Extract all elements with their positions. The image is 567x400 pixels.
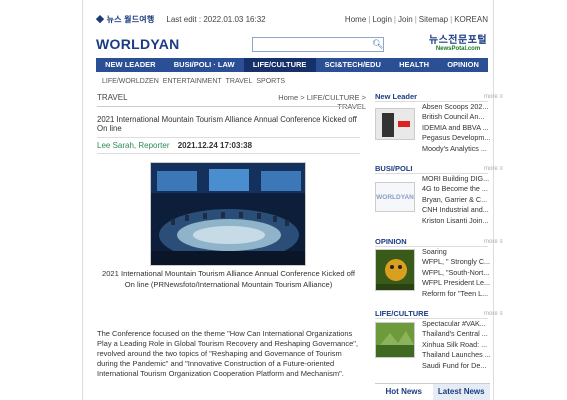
subnav-entertainment[interactable]: ENTERTAINMENT: [163, 78, 222, 85]
sidebar-thumbnail[interactable]: [375, 322, 415, 358]
page: ◆ 뉴스 월드여행 Last edit : 2022.01.03 16:32 H…: [0, 0, 567, 400]
nav-opinion[interactable]: OPINION: [438, 58, 488, 72]
list-item[interactable]: Moody's Analytics ...: [422, 144, 490, 154]
divider: [97, 106, 360, 107]
divider: [97, 137, 360, 138]
sidebar-heading-new-leader[interactable]: New Leader: [375, 92, 417, 101]
sidebar-thumbnail[interactable]: [375, 108, 415, 140]
sidebar-heading-opinion[interactable]: OPINION: [375, 237, 407, 246]
nav-new-leader[interactable]: NEW LEADER: [96, 58, 165, 72]
nav-health[interactable]: HEALTH: [390, 58, 438, 72]
list-item[interactable]: British Council An...: [422, 112, 490, 122]
list-item[interactable]: Soaring: [422, 247, 490, 257]
byline: Lee Sarah, Reporter 2021.12.24 17:03:38: [97, 141, 252, 150]
sidebar-list-opinion: Soaring WFPL, " Strongly C... WFPL, "Sou…: [422, 247, 490, 299]
divider: [97, 153, 360, 154]
link-sitemap[interactable]: Sitemap: [419, 15, 448, 24]
sidebar-heading-life-culture[interactable]: LIFE/CULTURE: [375, 309, 429, 318]
sub-nav: LIFE/WORLDZEN ENTERTAINMENT TRAVEL SPORT…: [102, 78, 285, 85]
list-item[interactable]: Xinhua Silk Road: ...: [422, 340, 490, 350]
list-item[interactable]: Thailand's Central ...: [422, 329, 490, 339]
nav-sci-tech-edu[interactable]: SCI&TECH/EDU: [316, 58, 390, 72]
sidebar-heading-busi-poli[interactable]: BUSI/POLI: [375, 164, 413, 173]
list-item[interactable]: Saudi Fund for De...: [422, 361, 490, 371]
thumbnail-logo-text: WORLDYAN: [376, 194, 414, 201]
more-link[interactable]: more ≡: [484, 166, 503, 172]
section-title: TRAVEL: [97, 93, 128, 102]
sidebar-list-new-leader: Absen Scoops 202... British Council An..…: [422, 102, 490, 154]
list-item[interactable]: Pegasus Developm...: [422, 133, 490, 143]
sidebar-thumbnail[interactable]: [375, 249, 415, 291]
sidebar-thumbnail[interactable]: WORLDYAN: [375, 182, 415, 212]
list-item[interactable]: Thailand Launches ...: [422, 350, 490, 360]
search-icon[interactable]: 🔍︎: [372, 39, 383, 49]
partner-logo-name: 뉴스전문포털: [428, 35, 488, 46]
link-korean[interactable]: KOREAN: [454, 15, 488, 24]
list-item[interactable]: Kriston Lisanti Join...: [422, 216, 490, 226]
partner-logo-url: NewsPotal.com: [435, 46, 481, 52]
list-item[interactable]: Absen Scoops 202...: [422, 102, 490, 112]
list-item[interactable]: Bryan, Garrier & C...: [422, 195, 490, 205]
list-item[interactable]: WFPL, "South-Nort...: [422, 268, 490, 278]
list-item[interactable]: MORI Building DIG...: [422, 174, 490, 184]
article-photo: [150, 162, 306, 266]
top-bar: ◆ 뉴스 월드여행 Last edit : 2022.01.03 16:32 H…: [96, 12, 488, 26]
partner-logo[interactable]: 뉴스전문포털 NewsPotal.com: [428, 31, 488, 52]
list-item[interactable]: Reform for "Teen L...: [422, 289, 490, 299]
subnav-sports[interactable]: SPORTS: [256, 78, 285, 85]
list-item[interactable]: IDEMIA and BBVA ...: [422, 123, 490, 133]
more-link[interactable]: more ≡: [484, 239, 503, 245]
article-body: The Conference focused on the theme "How…: [97, 329, 359, 378]
breadcrumb[interactable]: Home > LIFE/CULTURE > TRAVEL: [256, 93, 366, 111]
subnav-life-worldzen[interactable]: LIFE/WORLDZEN: [102, 78, 159, 85]
news-tabs: Hot News Latest News: [375, 383, 490, 400]
sidebar-list-busi-poli: MORI Building DIG... 4G to Become the ..…: [422, 174, 490, 226]
list-item[interactable]: 4G to Become the ...: [422, 184, 490, 194]
list-item[interactable]: CNH Industrial and...: [422, 205, 490, 215]
article-date: 2021.12.24 17:03:38: [177, 141, 253, 150]
last-edit: Last edit : 2022.01.03 16:32: [166, 14, 266, 24]
link-join[interactable]: Join: [398, 15, 413, 24]
list-item[interactable]: WFPL President Le...: [422, 278, 490, 288]
tab-latest-news[interactable]: Latest News: [432, 384, 490, 400]
nav-life-culture[interactable]: LIFE/CULTURE: [243, 58, 316, 72]
more-link[interactable]: more ≡: [484, 94, 503, 100]
search-input[interactable]: [252, 37, 384, 52]
nav-busi-poli-law[interactable]: BUSI/POLI · LAW: [165, 58, 244, 72]
list-item[interactable]: WFPL, " Strongly C...: [422, 257, 490, 267]
top-links: Home | Login | Join | Sitemap | KOREAN: [344, 14, 488, 24]
photo-caption: 2021 International Mountain Tourism Alli…: [101, 269, 355, 289]
brand-logo[interactable]: WORLDYAN: [96, 36, 180, 52]
list-item[interactable]: Spectacular #VAK...: [422, 319, 490, 329]
site-logo-small[interactable]: ◆ 뉴스 월드여행: [96, 14, 154, 25]
article-author[interactable]: Lee Sarah, Reporter: [97, 141, 170, 150]
main-nav: NEW LEADER BUSI/POLI · LAW LIFE/CULTURE …: [96, 58, 488, 72]
article-headline: 2021 International Mountain Tourism Alli…: [97, 115, 357, 133]
link-home[interactable]: Home: [345, 15, 366, 24]
more-link[interactable]: more ≡: [484, 311, 503, 317]
link-login[interactable]: Login: [372, 15, 392, 24]
sidebar-list-life-culture: Spectacular #VAK... Thailand's Central .…: [422, 319, 490, 371]
subnav-travel[interactable]: TRAVEL: [226, 78, 253, 85]
tab-hot-news[interactable]: Hot News: [375, 384, 433, 400]
